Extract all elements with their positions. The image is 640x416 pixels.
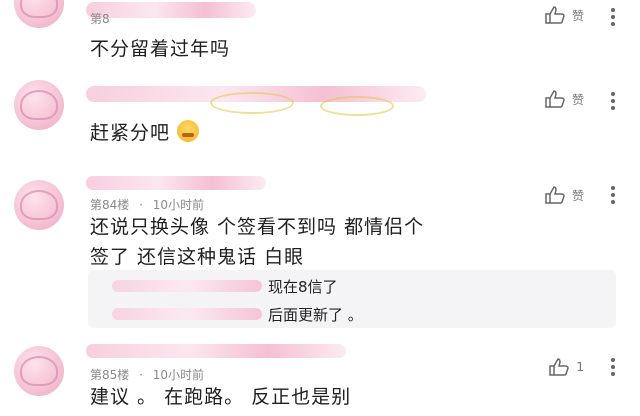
- comment-text: 建议 。 在跑路。 反正也是别: [90, 386, 352, 408]
- like-button[interactable]: 1: [548, 358, 584, 376]
- comment-time: 10小时前: [152, 368, 205, 382]
- comment-time: 10小时前: [152, 198, 205, 212]
- more-options-button[interactable]: [610, 358, 616, 379]
- username-redacted[interactable]: [86, 344, 346, 358]
- floor-number: 第84楼: [90, 198, 130, 212]
- comment-text: 赶紧分吧: [90, 118, 200, 148]
- worried-face-emoji: [177, 120, 200, 142]
- comment-item: 第84楼 · 10小时前 赞 还说只换头像 个签看不到吗 都情侣个 签了 还信这…: [0, 172, 640, 340]
- meta-separator: ·: [139, 198, 143, 212]
- avatar[interactable]: [14, 0, 64, 28]
- like-count: 1: [576, 360, 584, 374]
- avatar[interactable]: [14, 80, 64, 130]
- like-label: 赞: [571, 188, 584, 203]
- comment-item: 赞 赶紧分吧: [0, 72, 640, 172]
- avatar-doodle: [20, 0, 58, 18]
- comment-text-line-2: 签了 还信这种鬼话 白眼: [90, 246, 305, 268]
- comment-text: 不分留着过年吗: [90, 38, 231, 60]
- meta-separator: ·: [139, 368, 143, 382]
- thumbs-up-icon: [545, 186, 565, 204]
- avatar-doodle: [20, 356, 58, 386]
- avatar[interactable]: [14, 346, 64, 396]
- comment-text-line-1: 还说只换头像 个签看不到吗 都情侣个: [90, 216, 425, 238]
- more-options-button[interactable]: [610, 8, 616, 29]
- reply-username-redacted: [112, 280, 262, 292]
- comment-meta: 第85楼 · 10小时前: [90, 366, 210, 383]
- more-options-button[interactable]: [610, 186, 616, 207]
- avatar-doodle: [20, 90, 58, 120]
- reply-text: 后面更新了 。: [268, 306, 363, 324]
- like-label: 赞: [571, 92, 584, 107]
- like-label: 赞: [571, 8, 584, 23]
- thumbs-up-icon: [549, 358, 570, 376]
- like-button[interactable]: 赞: [544, 90, 584, 108]
- decorative-scribble: [320, 96, 394, 116]
- thumbs-up-icon: [545, 90, 565, 108]
- avatar[interactable]: [14, 180, 64, 230]
- like-button[interactable]: 赞: [544, 6, 584, 24]
- reply-text: 现在8信了: [268, 278, 338, 296]
- like-button[interactable]: 赞: [544, 186, 584, 204]
- more-options-button[interactable]: [610, 92, 616, 113]
- floor-number: 第85楼: [90, 368, 130, 382]
- thumbs-up-icon: [545, 6, 565, 24]
- comment-text-body: 赶紧分吧: [90, 122, 171, 144]
- username-redacted[interactable]: [86, 176, 266, 190]
- comment-meta: 第84楼 · 10小时前: [90, 196, 210, 213]
- comment-item: 第85楼 · 10小时前 1 建议 。 在跑路。 反正也是别: [0, 340, 640, 416]
- comment-meta: 第8: [90, 10, 116, 27]
- reply-username-redacted: [112, 308, 262, 320]
- comment-item: 第8 赞 不分留着过年吗: [0, 0, 640, 72]
- decorative-scribble: [210, 92, 294, 114]
- floor-number: 第8: [90, 12, 110, 26]
- avatar-doodle: [20, 190, 58, 220]
